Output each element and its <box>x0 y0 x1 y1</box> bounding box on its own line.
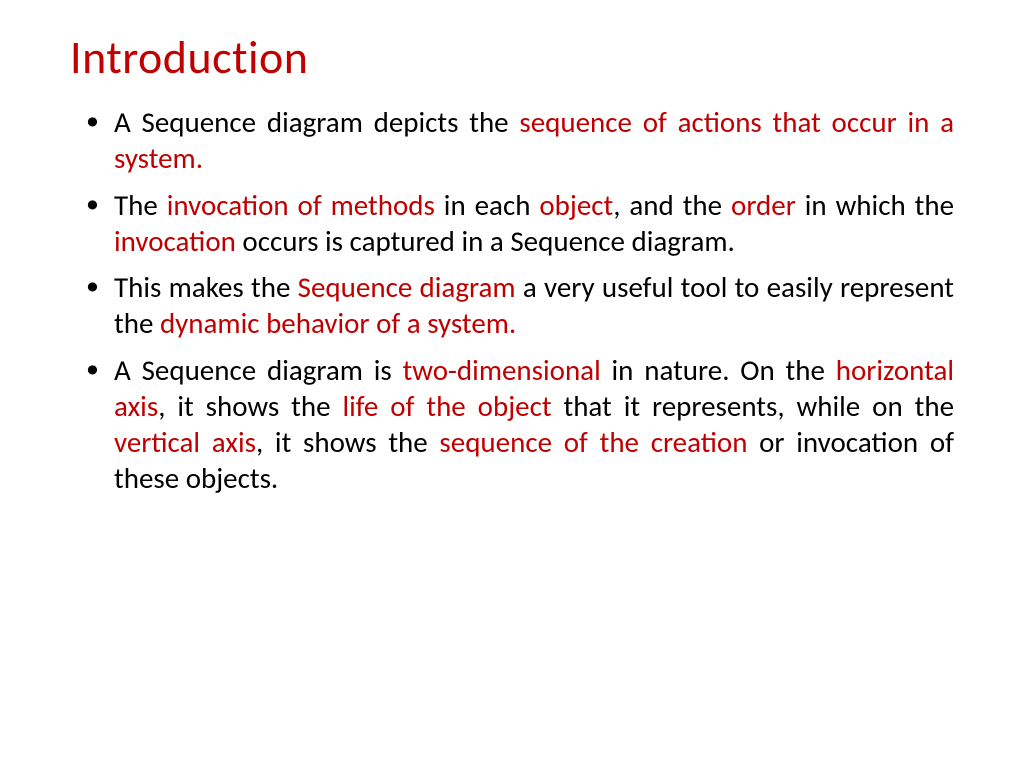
bullet-text-part: dynamic behavior of a system. <box>160 305 516 341</box>
bullet-text-part: occurs is captured in a Sequence diagram… <box>242 223 734 259</box>
bullet-text-part: This makes the <box>114 269 298 305</box>
bullet-item: This makes the Sequence diagram a very u… <box>96 269 954 342</box>
bullet-text-part: A Sequence diagram depicts the <box>114 104 519 140</box>
bullet-text-part: object <box>539 187 613 223</box>
bullet-text-part: , and the <box>613 187 731 223</box>
bullet-text-part: vertical axis <box>114 424 256 460</box>
bullet-item: The invocation of methods in each object… <box>96 187 954 260</box>
bullet-text-part: sequence of the creation <box>439 424 759 460</box>
slide-title: Introduction <box>70 30 954 86</box>
bullet-text-part: in each <box>444 187 540 223</box>
bullet-text-part: invocation <box>114 223 242 259</box>
bullet-text-part: , it shows the <box>256 424 439 460</box>
bullet-text-part: The <box>114 187 167 223</box>
bullet-list: A Sequence diagram depicts the sequence … <box>70 104 954 497</box>
bullet-text-part: Sequence diagram <box>298 269 523 305</box>
bullet-text-part: that it represents, while on the <box>563 388 954 424</box>
bullet-text-part: in which the <box>805 187 954 223</box>
bullet-text-part: in nature. On the <box>612 352 836 388</box>
bullet-text-part: , it shows the <box>158 388 342 424</box>
bullet-item: A Sequence diagram is two-dimensional in… <box>96 352 954 497</box>
bullet-text-part: A Sequence diagram is <box>114 352 403 388</box>
bullet-text-part: invocation of methods <box>167 187 444 223</box>
bullet-text-part: order <box>731 187 805 223</box>
bullet-item: A Sequence diagram depicts the sequence … <box>96 104 954 177</box>
bullet-text-part: two-dimensional <box>403 352 612 388</box>
bullet-text-part: life of the object <box>342 388 563 424</box>
